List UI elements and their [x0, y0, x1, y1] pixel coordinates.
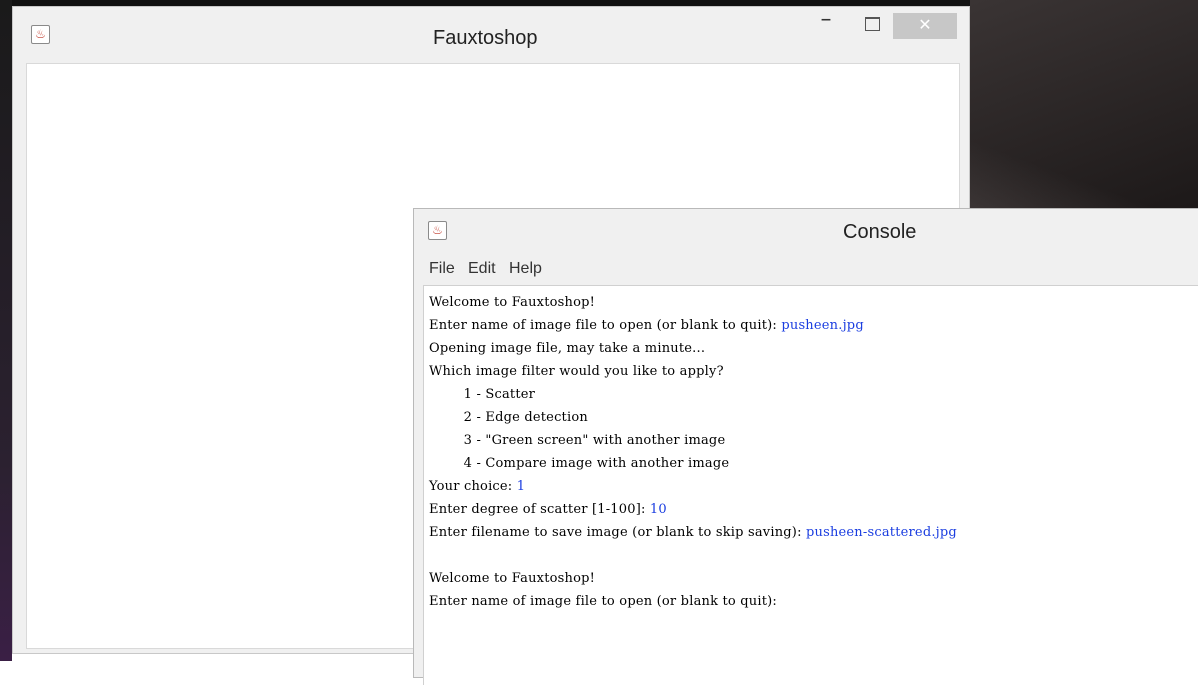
close-button[interactable]: ✕: [893, 13, 957, 39]
minimize-button[interactable]: –: [813, 9, 839, 35]
console-menubar: File Edit Help: [414, 255, 1198, 283]
fauxtoshop-titlebar[interactable]: ♨ Fauxtoshop – ✕: [13, 7, 969, 63]
console-line: Enter filename to save image (or blank t…: [429, 525, 957, 540]
console-line: Which image filter would you like to app…: [429, 364, 724, 379]
console-line: Your choice: 1: [429, 479, 526, 494]
java-coffee-icon[interactable]: ♨: [31, 25, 50, 44]
console-titlebar[interactable]: ♨ Console: [414, 209, 1198, 253]
user-input: 1: [516, 479, 526, 494]
console-line: Enter name of image file to open (or bla…: [429, 318, 864, 333]
console-line: 3 - "Green screen" with another image: [429, 433, 726, 448]
menu-file[interactable]: File: [429, 260, 455, 278]
desktop-frame-left: [0, 0, 12, 661]
console-line: Welcome to Fauxtoshop!: [429, 571, 596, 586]
user-input: pusheen-scattered.jpg: [805, 525, 957, 540]
console-line: 4 - Compare image with another image: [429, 456, 730, 471]
console-line: Welcome to Fauxtoshop!: [429, 295, 596, 310]
console-line: Opening image file, may take a minute...: [429, 341, 706, 356]
console-line: Enter degree of scatter [1-100]: 10: [429, 502, 667, 517]
console-output[interactable]: Welcome to Fauxtoshop! Enter name of ima…: [423, 285, 1198, 685]
console-prompt-line: Enter name of image file to open (or bla…: [429, 594, 782, 609]
console-title: Console: [843, 221, 917, 243]
user-input: 10: [649, 502, 667, 517]
java-coffee-icon[interactable]: ♨: [428, 221, 447, 240]
maximize-button[interactable]: [859, 13, 885, 35]
window-title: Fauxtoshop: [433, 27, 538, 49]
console-window: ♨ Console File Edit Help Welcome to Faux…: [413, 208, 1198, 685]
console-line: 1 - Scatter: [429, 387, 536, 402]
menu-edit[interactable]: Edit: [468, 260, 496, 278]
console-line: 2 - Edge detection: [429, 410, 588, 425]
user-input: pusheen.jpg: [781, 318, 864, 333]
maximize-icon: [865, 17, 880, 31]
menu-help[interactable]: Help: [509, 260, 542, 278]
